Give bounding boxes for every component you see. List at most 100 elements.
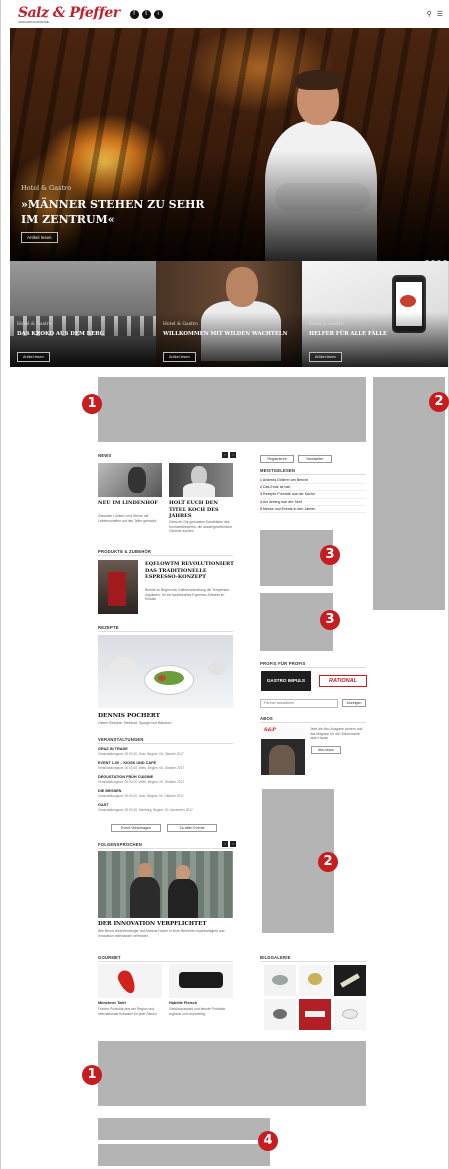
recipe-text: Ostern Rezepte: Steinbutt, Spargel und B… xyxy=(98,721,172,725)
teaser-card[interactable]: Hotel & Gastro WILLKOMMEN MIT WILDEN WAC… xyxy=(156,261,302,367)
most-read-item[interactable]: 4 Am Anfang war der Senf xyxy=(260,499,366,506)
hero-title[interactable]: »MÄNNER STEHEN ZU SEHR IM ZENTRUM« xyxy=(21,197,221,227)
product-image[interactable] xyxy=(98,560,138,614)
product-title[interactable]: EQFLOWTM REVOLUTIONIERT DAS TRADITIONELL… xyxy=(145,561,235,581)
teaser-kicker: Hotel & Gastro xyxy=(17,322,52,327)
ad-text-banner[interactable] xyxy=(98,1118,270,1140)
news-title[interactable]: HOLT EUCH DEN TITEL KOCH DES JAHRES xyxy=(169,500,233,520)
abo-button[interactable]: Abo lesen xyxy=(311,746,341,754)
most-read-list: 1 Andreas Döllerer am Bericht 2 Das Ende… xyxy=(260,477,366,514)
teaser-row: Hotel & Gastro DAS KROKO AUS DEM BERG Ar… xyxy=(10,261,449,367)
prev-arrow-icon[interactable]: ‹ xyxy=(222,841,228,847)
event-name[interactable]: EVENT 1.00 – KIOSK UND CAFÉ xyxy=(98,761,233,765)
partners-heading: PROFIS FÜR PROFIS xyxy=(260,661,366,668)
teaser-title[interactable]: DAS KROKO AUS DEM BERG xyxy=(17,330,152,338)
magazine-cover[interactable]: S&P xyxy=(261,725,305,775)
site-logo[interactable]: Salz & Pfeffer DAS MAGAZIN FÜR GASTRONOMI… xyxy=(18,5,120,24)
most-read-label[interactable]: Andreas Döllerer am Bericht xyxy=(263,478,308,482)
event-name[interactable]: GRAZ IN TRADE xyxy=(98,747,233,751)
hero-read-button[interactable]: Artikel lesen xyxy=(21,232,58,243)
all-events-button[interactable]: Zu allen Events xyxy=(167,824,217,832)
logo-subtitle: DAS MAGAZIN FÜR GASTRONOMIE xyxy=(18,20,49,24)
most-read-label[interactable]: Rezepte Freunde aus der Küche xyxy=(263,492,315,496)
teaser-card[interactable]: Hotel & Gastro DAS KROKO AUS DEM BERG Ar… xyxy=(10,261,156,367)
suggest-event-button[interactable]: Event Vorschlagen xyxy=(111,824,161,832)
most-read-item[interactable]: 2 Das Ende ist nah xyxy=(260,484,366,492)
ad-banner-top[interactable] xyxy=(98,377,366,442)
feature-image[interactable] xyxy=(98,851,233,918)
abo-text: Jetzt die Abo-Ausgabe sichern und das Ma… xyxy=(310,727,363,741)
event-item[interactable]: EVENT 1.00 – KIOSK UND CAFÉ Veranstaltung… xyxy=(98,761,233,770)
hero-slider[interactable]: Hotel & Gastro »MÄNNER STEHEN ZU SEHR IM… xyxy=(10,28,449,261)
product-text: Bereits zu Beginn der Kaffeezubereitung … xyxy=(145,588,230,602)
news-text: Zwischen Lichtern und Sterne mit Leidens… xyxy=(98,514,157,523)
partner-logo[interactable]: GASTRO IMPULS xyxy=(261,671,311,691)
feature-title[interactable]: DER INNOVATION VERPFLICHTET xyxy=(98,921,238,927)
menu-icon[interactable]: ☰ xyxy=(437,10,443,18)
search-icon[interactable]: ⚲ xyxy=(427,10,432,18)
most-read-item[interactable]: 1 Andreas Döllerer am Bericht xyxy=(260,477,366,485)
event-name[interactable]: DIE MESSEN xyxy=(98,789,233,793)
instagram-icon[interactable]: i xyxy=(153,9,163,19)
ad-banner-bottom[interactable] xyxy=(98,1041,366,1106)
most-read-item[interactable]: 3 Rezepte Freunde aus der Küche xyxy=(260,491,366,499)
event-item[interactable]: GAST Veranstaltungsort: 00.00.00, Salzbur… xyxy=(98,803,233,812)
prev-arrow-icon[interactable]: ‹ xyxy=(222,452,228,458)
news-image[interactable] xyxy=(169,463,233,497)
most-read-label[interactable]: Messe und Events in den Jahren xyxy=(263,507,315,511)
feature-text: Wie Bernd Weichtenberger und Markus Holz… xyxy=(98,929,225,938)
news-title[interactable]: NEU IM LINDENHOF xyxy=(98,500,162,507)
next-arrow-icon[interactable]: › xyxy=(230,841,236,847)
event-name[interactable]: DEGUSTATION FRÜH CUISINE xyxy=(98,775,233,779)
teaser-read-button[interactable]: Artikel lesen xyxy=(163,352,196,362)
top-navigation-bar: Salz & Pfeffer DAS MAGAZIN FÜR GASTRONOMI… xyxy=(10,0,449,28)
ad-skyscraper[interactable] xyxy=(373,377,445,610)
teaser-card[interactable]: Hotel & Gastro HELFER FÜR ALLE FÄLLE Art… xyxy=(302,261,448,367)
most-read-heading: MEISTGELESEN xyxy=(260,468,366,475)
event-date: Veranstaltungsort: 00.00.00, Wien, Begin… xyxy=(98,766,185,770)
gourmet-image[interactable] xyxy=(169,964,233,998)
recipes-heading: REZEPTE xyxy=(98,625,233,632)
facebook-icon[interactable]: f xyxy=(129,9,139,19)
teaser-title[interactable]: HELFER FÜR ALLE FÄLLE xyxy=(309,330,444,338)
event-name[interactable]: GAST xyxy=(98,803,233,807)
recipe-title[interactable]: DENNIS POCHERT xyxy=(98,713,160,719)
show-partner-button[interactable]: Anzeigen xyxy=(342,699,366,707)
partner-logo[interactable]: RATIONAL xyxy=(319,675,367,687)
teaser-title[interactable]: WILLKOMMEN MIT WILDEN WACHTELN xyxy=(163,330,298,338)
news-image[interactable] xyxy=(98,463,162,497)
next-arrow-icon[interactable]: › xyxy=(230,452,236,458)
register-button[interactable]: Registrieren xyxy=(260,455,294,463)
event-item[interactable]: DEGUSTATION FRÜH CUISINE Veranstaltungsor… xyxy=(98,775,233,784)
rank-number: 5 xyxy=(260,506,262,511)
ad-text-banner[interactable] xyxy=(98,1144,270,1166)
ad-label-badge: 3 xyxy=(320,610,340,630)
event-item[interactable]: DIE MESSEN Veranstaltungsort: 00.00.00, G… xyxy=(98,789,233,798)
teaser-read-button[interactable]: Artikel lesen xyxy=(17,352,50,362)
event-date: Veranstaltungsort: 00.00.00, Wien, Begin… xyxy=(98,780,185,784)
recipe-image[interactable] xyxy=(98,635,233,708)
gallery-photo[interactable] xyxy=(334,999,366,1030)
gallery-photo[interactable] xyxy=(299,999,331,1030)
teaser-read-button[interactable]: Artikel lesen xyxy=(309,352,342,362)
gallery-photo[interactable] xyxy=(264,965,296,996)
gallery-photo[interactable] xyxy=(299,965,331,996)
most-read-label[interactable]: Das Ende ist nah xyxy=(263,485,290,489)
partner-select[interactable]: Partner auswählen xyxy=(260,699,338,708)
teaser-kicker: Hotel & Gastro xyxy=(163,322,198,327)
gallery-photo[interactable] xyxy=(264,999,296,1030)
newsletter-button[interactable]: Newsletter xyxy=(298,455,332,463)
gourmet-item-title[interactable]: Hubelte Fleisch xyxy=(169,1001,197,1005)
most-read-item[interactable]: 5 Messe und Events in den Jahren xyxy=(260,506,366,514)
ad-label-badge: 3 xyxy=(320,545,340,565)
gourmet-item-text: Frische Produkte aus der Region und inte… xyxy=(98,1007,157,1016)
gourmet-image[interactable] xyxy=(98,964,162,998)
twitter-icon[interactable]: t xyxy=(141,9,151,19)
most-read-label[interactable]: Am Anfang war der Senf xyxy=(263,500,302,504)
photo-gallery xyxy=(264,965,366,1030)
gourmet-item-title[interactable]: Münchner Tafel xyxy=(98,1001,126,1005)
rank-number: 4 xyxy=(260,499,262,504)
gallery-photo[interactable] xyxy=(334,965,366,996)
event-date: Veranstaltungsort: 00.00.00, Salzburg, B… xyxy=(98,808,193,812)
event-item[interactable]: GRAZ IN TRADE Veranstaltungsort: 00.00.00… xyxy=(98,747,233,756)
